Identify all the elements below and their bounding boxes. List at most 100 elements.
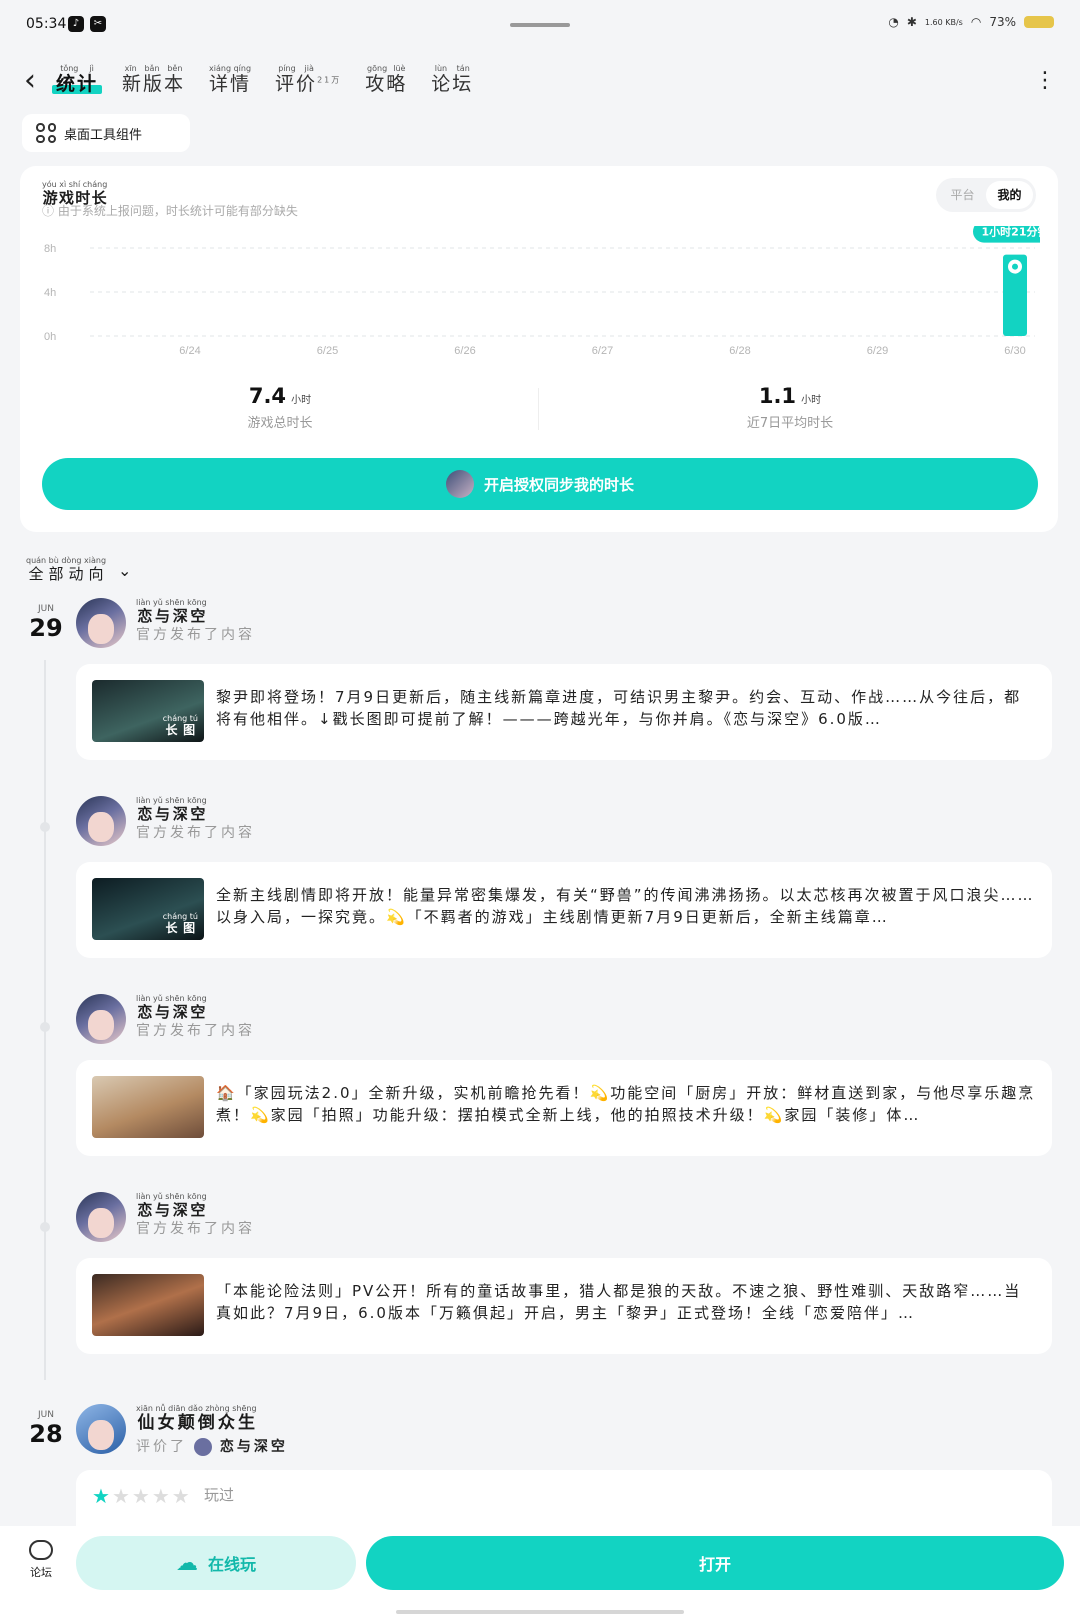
sync-button-label: 开启授权同步我的时长	[483, 475, 634, 494]
x-tick-label: 6/28	[729, 345, 750, 356]
post-description: 官方发布了内容	[136, 627, 255, 643]
playtime-chart: 8h 4h 0h 6/24 6/25 6/26 6/27 6/28 6/29 6/30 1小时21分…	[44, 226, 1040, 356]
cloud-gamepad-icon: ☁	[175, 1550, 198, 1576]
post-card[interactable]: 长图cháng tú 黎尹即将登场！7月9日更新后，随主线新篇章进度，可结识男主黎…	[76, 664, 1052, 760]
home-indicator[interactable]	[396, 1610, 684, 1614]
open-game-label: 打开	[698, 1555, 731, 1574]
post-author: 恋与深空liàn yǔ shēn kōng	[136, 796, 207, 823]
play-online-label: 在线玩	[207, 1555, 256, 1574]
avatar[interactable]	[76, 1192, 126, 1242]
open-game-button[interactable]: 打开	[366, 1536, 1064, 1590]
tab-2[interactable]: 详情xiáng qíng	[209, 64, 251, 100]
tab-1[interactable]: 新版本xīn bǎn běn	[122, 64, 185, 100]
avatar[interactable]	[76, 598, 126, 648]
avg-playtime: 1.1 小时 近7日平均时长	[640, 384, 940, 431]
bluetooth-icon: ✱	[906, 15, 917, 29]
reviewer-name: 仙女颠倒众生xiān nǚ diān dǎo zhòng shēng	[136, 1404, 257, 1433]
tab-5[interactable]: 论坛lùn tán	[431, 64, 473, 100]
timeline-dot	[40, 1022, 50, 1032]
date-jun-29: JUN 29	[29, 604, 63, 642]
bottom-action-bar: 论坛 ☁ 在线玩 打开	[0, 1526, 1080, 1620]
long-image-tag: 长图cháng tú	[162, 912, 198, 935]
segment-mine[interactable]: 我的	[986, 181, 1033, 209]
post-author: 恋与深空liàn yǔ shēn kōng	[136, 994, 207, 1021]
stat-divider	[538, 388, 539, 430]
x-tick-label: 6/27	[592, 345, 613, 356]
total-playtime-value: 7.4	[248, 384, 287, 408]
post-thumbnail[interactable]: 长图cháng tú	[92, 680, 204, 742]
post-text: 全新主线剧情即将开放！能量异常密集爆发，有关“野兽”的传闻沸沸扬扬。以太芯核再次…	[216, 886, 1035, 926]
activity-filter-dropdown[interactable]: 全部动向quán bù dòng xiàng ⌄	[26, 556, 131, 584]
speedometer-icon: ◔	[888, 15, 899, 29]
y-tick-label: 4h	[44, 287, 56, 299]
widget-grid-icon	[36, 123, 56, 143]
timeline-line	[44, 660, 46, 1380]
post-card[interactable]: 「本能论险法则」PV公开！所有的童话故事里，猎人都是狼的天敌。不速之狼、野性难驯…	[76, 1258, 1052, 1354]
x-tick-label: 6/30	[1004, 345, 1025, 356]
bar-marker-dot	[1012, 263, 1018, 270]
review-count-badge: 21万	[317, 75, 342, 85]
tab-0[interactable]: 统计tǒng jì	[51, 64, 103, 100]
total-playtime: 7.4 小时 游戏总时长	[130, 384, 430, 431]
x-tick-label: 6/26	[454, 345, 475, 356]
tab-bar: 统计tǒng jì 新版本xīn bǎn běn 详情xiáng qíng 评价pín…	[51, 64, 473, 100]
status-right: ◔ ✱ 1.60 KB/s ◠ 73%	[888, 15, 1054, 29]
post-description: 官方发布了内容	[136, 825, 255, 841]
more-vertical-icon[interactable]: ⋮	[1034, 68, 1056, 93]
avatar[interactable]	[76, 1404, 126, 1454]
post-description: 官方发布了内容	[136, 1023, 255, 1039]
playtime-card: 游戏时长yóu xì shí cháng ⓘ 由于系统上报问题，时长统计可能有部…	[20, 166, 1058, 532]
star-empty-icon: ★	[111, 1484, 132, 1508]
play-online-button[interactable]: ☁ 在线玩	[76, 1536, 356, 1590]
wifi-icon: ◠	[970, 15, 982, 29]
widget-button-label: 桌面工具组件	[64, 127, 143, 143]
bar-tooltip-label: 1小时21分钟	[982, 226, 1040, 239]
battery-percent: 73%	[989, 15, 1016, 29]
post-thumbnail[interactable]: 长图cháng tú	[92, 878, 204, 940]
timeline-dot	[40, 1222, 50, 1232]
platform-mine-toggle[interactable]: 平台 我的	[936, 178, 1036, 212]
post-card[interactable]: 长图cháng tú 全新主线剧情即将开放！能量异常密集爆发，有关“野兽”的传闻沸…	[76, 862, 1052, 958]
review-action: 评价了 恋与深空	[136, 1438, 288, 1456]
avatar[interactable]	[76, 994, 126, 1044]
forum-button[interactable]: 论坛	[26, 1540, 56, 1580]
star-empty-icon: ★	[171, 1484, 192, 1508]
tab-4[interactable]: 攻略gōng lüè	[365, 64, 407, 100]
post-thumbnail[interactable]	[92, 1274, 204, 1336]
date-jun-28: JUN 28	[29, 1410, 63, 1448]
avatar	[445, 470, 474, 498]
y-tick-label: 8h	[44, 243, 56, 255]
back-arrow-icon[interactable]: ‹	[24, 66, 36, 96]
x-tick-label: 6/24	[179, 345, 200, 356]
avatar[interactable]	[76, 796, 126, 846]
desktop-widget-button[interactable]: 桌面工具组件	[22, 114, 190, 152]
post-thumbnail[interactable]	[92, 1076, 204, 1138]
tab-3[interactable]: 评价píng jià21万	[275, 64, 341, 100]
post-text: 黎尹即将登场！7月9日更新后，随主线新篇章进度，可结识男主黎尹。约会、互动、作战…	[216, 688, 1022, 728]
x-tick-label: 6/29	[867, 345, 888, 356]
battery-icon	[1024, 16, 1054, 28]
y-tick-label: 0h	[44, 331, 56, 343]
post-text: 🏠「家园玩法2.0」全新升级，实机前瞻抢先看！💫功能空间「厨房」开放：鲜材直送到…	[216, 1084, 1036, 1124]
filter-label: 全部动向	[26, 565, 107, 583]
status-bar: 05:34 ♪ ✂ ◔ ✱ 1.60 KB/s ◠ 73%	[0, 0, 1080, 50]
timeline-dot	[40, 822, 50, 832]
rating-stars: ★★★★★	[92, 1484, 192, 1508]
star-empty-icon: ★	[131, 1484, 152, 1508]
avg-playtime-value: 1.1	[758, 384, 797, 408]
post-text: 「本能论险法则」PV公开！所有的童话故事里，猎人都是狼的天敌。不速之狼、野性难驯…	[216, 1282, 1022, 1322]
status-time: 05:34	[26, 16, 67, 32]
segment-platform[interactable]: 平台	[939, 181, 986, 209]
played-status: 玩过	[204, 1486, 235, 1504]
post-author: 恋与深空liàn yǔ shēn kōng	[136, 1192, 207, 1219]
post-card[interactable]: 🏠「家园玩法2.0」全新升级，实机前瞻抢先看！💫功能空间「厨房」开放：鲜材直送到…	[76, 1060, 1052, 1156]
long-image-tag: 长图cháng tú	[162, 714, 198, 737]
forum-label: 论坛	[30, 1566, 52, 1579]
window-drag-handle[interactable]	[510, 23, 570, 27]
avg-playtime-label: 近7日平均时长	[746, 416, 834, 431]
top-nav: ‹ 统计tǒng jì 新版本xīn bǎn běn 详情xiáng qíng 评价p…	[0, 60, 1080, 110]
sync-playtime-button[interactable]: 开启授权同步我的时长	[42, 458, 1038, 510]
star-filled-icon: ★	[92, 1484, 112, 1508]
total-playtime-label: 游戏总时长	[247, 416, 313, 431]
chevron-down-icon: ⌄	[118, 560, 132, 580]
